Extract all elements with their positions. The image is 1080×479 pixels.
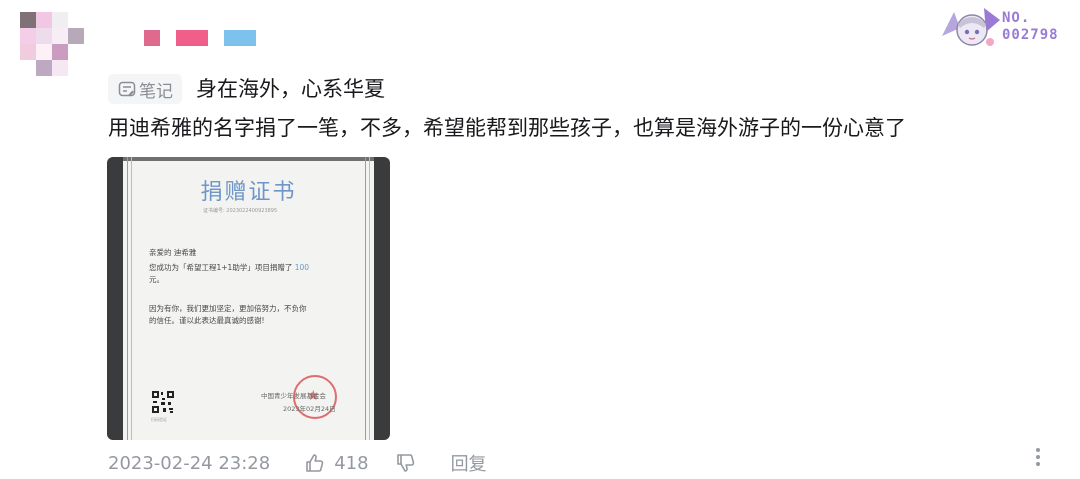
thumbs-down-icon bbox=[396, 454, 414, 472]
avatar-pixel bbox=[20, 60, 36, 76]
username-pixel-block bbox=[176, 30, 208, 46]
note-tag[interactable]: 笔记 bbox=[108, 74, 182, 104]
comment-footer: 2023-02-24 23:28 418 回复 bbox=[108, 448, 487, 478]
qr-pattern bbox=[151, 390, 175, 414]
certificate-line1: 您成功为「希望工程1+1助学」项目捐赠了 100 bbox=[149, 263, 310, 272]
note-icon bbox=[118, 81, 136, 97]
avatar-pixel bbox=[52, 12, 68, 28]
thumbs-up-icon bbox=[306, 454, 324, 472]
certificate-greeting: 亲爱的 迪希雅 bbox=[149, 248, 197, 257]
username-pixelated[interactable] bbox=[144, 30, 264, 46]
avatar-pixel bbox=[36, 28, 52, 44]
username-pixel-block bbox=[224, 30, 256, 46]
qr-caption: 扫码验证 bbox=[151, 417, 167, 422]
comment-title: 身在海外，心系华夏 bbox=[196, 77, 385, 101]
certificate-unit: 元。 bbox=[149, 275, 164, 284]
avatar-pixel bbox=[36, 44, 52, 60]
dislike-button[interactable] bbox=[395, 452, 417, 474]
certificate-thanks2: 的信任。谨以此表达最真诚的感谢! bbox=[149, 316, 265, 325]
qr-code bbox=[151, 390, 175, 414]
fan-badge[interactable]: NO. 002798 bbox=[940, 6, 1075, 50]
certificate-thanks1: 因为有你，我们更加坚定，更加倍努力，不负你 bbox=[149, 304, 307, 313]
avatar-pixel bbox=[36, 12, 52, 28]
certificate-org: 中国青少年发展基金会 2023年02月24日 bbox=[261, 392, 336, 413]
avatar-pixel bbox=[52, 28, 68, 44]
anime-character-icon bbox=[942, 8, 1000, 46]
more-options-button[interactable] bbox=[1030, 445, 1046, 471]
comment-card: NO. 002798 笔记 身在海外，心系华夏 用迪希雅的名字捐了一笔，不多，希… bbox=[0, 0, 1080, 479]
certificate-number: 证书编号: 2023022400923895 bbox=[203, 208, 278, 214]
avatar-pixel bbox=[68, 28, 84, 44]
avatar-pixel bbox=[52, 60, 68, 76]
reply-button[interactable]: 回复 bbox=[451, 450, 487, 476]
avatar-pixel bbox=[36, 60, 52, 76]
like-button[interactable]: 418 bbox=[304, 452, 394, 474]
badge-number: NO. 002798 bbox=[1002, 10, 1059, 43]
avatar-pixel bbox=[52, 44, 68, 60]
avatar-pixel bbox=[68, 60, 84, 76]
like-count: 418 bbox=[334, 452, 369, 474]
avatar-pixel bbox=[20, 44, 36, 60]
more-vertical-icon bbox=[1036, 448, 1040, 466]
certificate-image[interactable]: 捐赠证书 证书编号: 2023022400923895 亲爱的 迪希雅 您成功为… bbox=[107, 157, 390, 440]
certificate-title: 捐赠证书 bbox=[200, 180, 297, 205]
avatar-pixel bbox=[68, 44, 84, 60]
comment-timestamp: 2023-02-24 23:28 bbox=[108, 452, 271, 474]
note-label: 笔记 bbox=[139, 81, 173, 102]
certificate-top-bar bbox=[123, 157, 374, 161]
avatar-pixel bbox=[20, 28, 36, 44]
avatar[interactable] bbox=[20, 12, 84, 76]
avatar-pixel bbox=[68, 12, 84, 28]
avatar-pixel bbox=[20, 12, 36, 28]
comment-content: 用迪希雅的名字捐了一笔，不多，希望能帮到那些孩子，也算是海外游子的一份心意了 bbox=[108, 116, 906, 140]
username-pixel-block bbox=[144, 30, 160, 46]
